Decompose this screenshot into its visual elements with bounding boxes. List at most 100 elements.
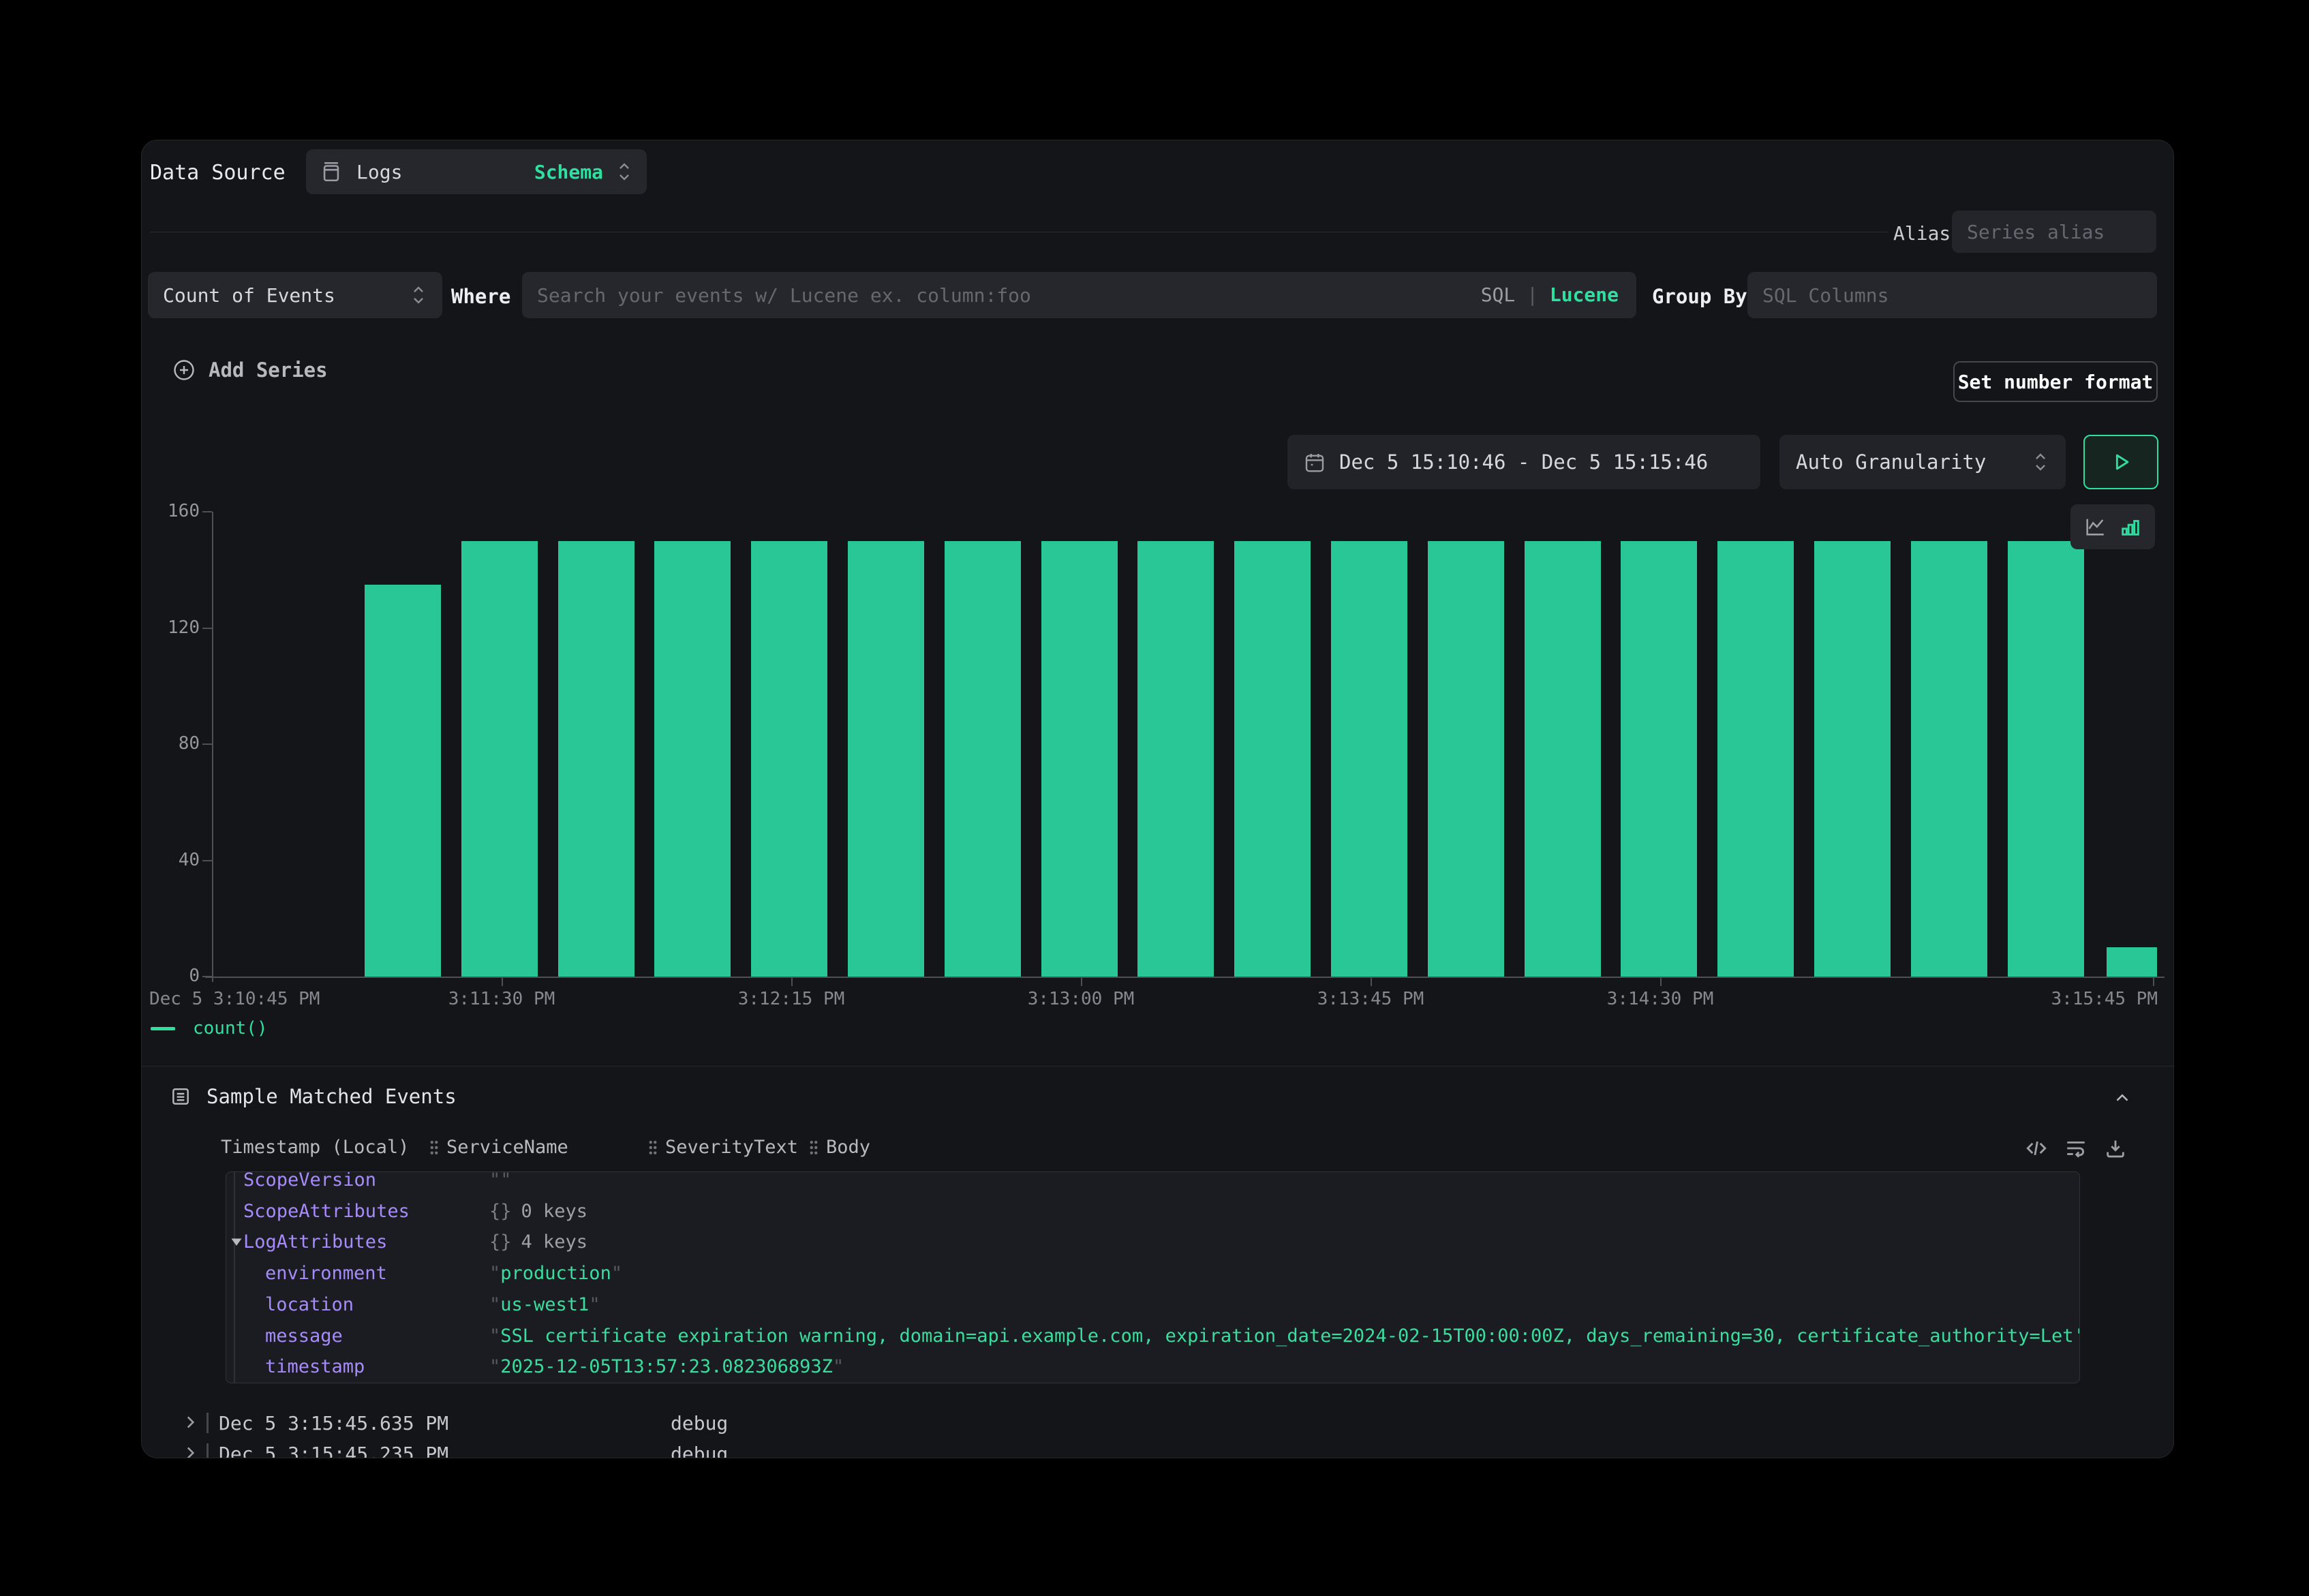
group-by-label: Group By xyxy=(1652,285,1747,308)
time-range-picker[interactable]: Dec 5 15:10:46 - Dec 5 15:15:46 xyxy=(1287,435,1760,489)
detail-row[interactable]: message "SSL certificate expiration warni… xyxy=(226,1320,2079,1351)
detail-key: location xyxy=(265,1294,354,1315)
bar-chart-icon[interactable] xyxy=(2119,515,2142,538)
chart-bar xyxy=(1911,541,1987,977)
event-timestamp: Dec 5 3:15:45.235 PM xyxy=(219,1443,448,1458)
event-detail-panel: ScopeVersion"" ScopeAttributes {}0 keys Log… xyxy=(226,1171,2080,1383)
wrap-text-icon[interactable] xyxy=(2064,1137,2088,1160)
y-axis-tick xyxy=(202,976,212,977)
x-axis-tick xyxy=(1081,978,1082,986)
legend-swatch xyxy=(151,1027,175,1030)
search-field[interactable]: SQL | Lucene xyxy=(522,272,1636,318)
sql-option[interactable]: SQL xyxy=(1481,283,1516,306)
granularity-select[interactable]: Auto Granularity xyxy=(1779,435,2066,489)
run-query-button[interactable] xyxy=(2083,435,2158,489)
column-header-severitytext[interactable]: SeverityText xyxy=(647,1137,798,1158)
calendar-icon xyxy=(1304,451,1326,473)
detail-row[interactable]: location "us-west1" xyxy=(226,1289,2079,1320)
chevron-right-icon[interactable] xyxy=(181,1413,199,1431)
page: { "colors": { "accent_green": "#2fdf9f",… xyxy=(0,0,2309,1596)
add-series-label: Add Series xyxy=(209,358,328,382)
schema-link[interactable]: Schema xyxy=(534,161,603,183)
x-axis-tick-label: Dec 5 3:10:45 PM xyxy=(149,989,320,1009)
add-series-button[interactable]: Add Series xyxy=(172,356,328,384)
detail-key: ScopeVersion xyxy=(243,1171,376,1191)
column-header-servicename[interactable]: ServiceName xyxy=(429,1137,568,1158)
data-source-select[interactable]: Logs Schema xyxy=(306,149,647,194)
event-row[interactable]: Dec 5 3:15:45.235 PMdebug xyxy=(142,1440,2173,1458)
y-axis-tick-label: 80 xyxy=(141,733,200,754)
column-header-body[interactable]: Body xyxy=(808,1137,870,1158)
event-severity: debug xyxy=(671,1412,728,1434)
detail-key: LogAttributes xyxy=(243,1231,387,1253)
granularity-value: Auto Granularity xyxy=(1796,450,1986,474)
drag-handle-icon[interactable] xyxy=(808,1139,819,1156)
event-row[interactable]: Dec 5 3:15:45.635 PM debug xyxy=(142,1409,2173,1437)
line-chart-icon[interactable] xyxy=(2083,515,2107,538)
lucene-option[interactable]: Lucene xyxy=(1550,283,1619,306)
detail-row[interactable]: ScopeAttributes {}0 keys xyxy=(226,1195,2079,1227)
search-input[interactable] xyxy=(522,272,1636,318)
chart-bar xyxy=(1525,541,1601,977)
select-chevron-icon xyxy=(615,160,633,183)
x-axis-tick xyxy=(502,978,503,986)
list-icon xyxy=(170,1086,192,1107)
detail-key: ScopeAttributes xyxy=(243,1201,410,1222)
braces-icon: {} xyxy=(489,1201,512,1222)
data-source-value: Logs xyxy=(356,161,402,183)
y-axis-tick-label: 160 xyxy=(141,501,200,521)
detail-value: {}0 keys xyxy=(489,1201,587,1222)
chart-plot: 04080120160 Dec 5 3:10:45 PM3:11:30 PM3:… xyxy=(212,512,2158,977)
chart-legend: count() xyxy=(151,1018,268,1039)
aggregate-value: Count of Events xyxy=(163,284,335,307)
detail-key: message xyxy=(265,1325,343,1347)
chart-bar xyxy=(1621,541,1697,977)
y-axis-tick-label: 0 xyxy=(141,966,200,986)
row-divider xyxy=(207,1413,209,1433)
detail-value: "SSL certificate expiration warning, dom… xyxy=(489,1325,2080,1347)
column-header-timestamp[interactable]: Timestamp (Local) xyxy=(221,1137,409,1158)
database-icon xyxy=(320,160,343,183)
chart-bar xyxy=(558,541,634,977)
event-timestamp: Dec 5 3:15:45.635 PM xyxy=(219,1412,448,1434)
aggregate-select[interactable]: Count of Events xyxy=(148,272,442,318)
code-icon[interactable] xyxy=(2025,1137,2048,1160)
group-by-input[interactable] xyxy=(1747,272,2157,318)
query-builder-card: Data Source Logs Schema Alias Count of E… xyxy=(141,140,2174,1458)
x-axis-tick xyxy=(791,978,793,986)
y-axis-tick-label: 120 xyxy=(141,617,200,638)
time-range-value: Dec 5 15:10:46 - Dec 5 15:15:46 xyxy=(1339,450,1708,474)
query-language-toggle[interactable]: SQL | Lucene xyxy=(1481,283,1619,306)
detail-value: "production" xyxy=(489,1263,622,1284)
detail-key: environment xyxy=(265,1263,387,1284)
chart-bar xyxy=(654,541,731,977)
chart-type-toggle xyxy=(2070,504,2155,549)
language-divider: | xyxy=(1527,283,1538,306)
select-chevron-icon xyxy=(2032,450,2049,474)
drag-handle-icon[interactable] xyxy=(647,1139,658,1156)
detail-row[interactable]: LogAttributes{}4 keys xyxy=(226,1226,2079,1257)
chart-bar xyxy=(848,541,924,977)
y-axis-tick xyxy=(202,860,212,861)
caret-down-icon[interactable] xyxy=(230,1236,243,1248)
alias-input[interactable] xyxy=(1952,211,2156,253)
detail-row[interactable]: timestamp"2025-12-05T13:57:23.082306893Z… xyxy=(226,1351,2079,1382)
chevron-right-icon[interactable] xyxy=(181,1444,199,1458)
y-axis-tick xyxy=(202,628,212,629)
chart-bar xyxy=(1234,541,1311,977)
events-section-header: Sample Matched Events xyxy=(170,1085,457,1108)
chart-bar xyxy=(2008,541,2084,977)
x-axis-tick xyxy=(2153,978,2154,986)
detail-row[interactable]: ScopeVersion"" xyxy=(226,1171,2079,1195)
chart-bar xyxy=(1717,541,1794,977)
events-table-header: Timestamp (Local) ServiceName SeverityTe… xyxy=(142,1137,2174,1164)
chevron-up-icon[interactable] xyxy=(2112,1088,2132,1108)
detail-row[interactable]: environment "production" xyxy=(226,1257,2079,1289)
drag-handle-icon[interactable] xyxy=(429,1139,440,1156)
download-icon[interactable] xyxy=(2104,1137,2127,1160)
legend-series-label: count() xyxy=(193,1018,268,1039)
chart-bar xyxy=(1137,541,1214,977)
detail-value: "2025-12-05T13:57:23.082306893Z" xyxy=(489,1356,844,1377)
detail-value: "us-west1" xyxy=(489,1294,600,1315)
set-number-format-button[interactable]: Set number format xyxy=(1953,361,2158,402)
